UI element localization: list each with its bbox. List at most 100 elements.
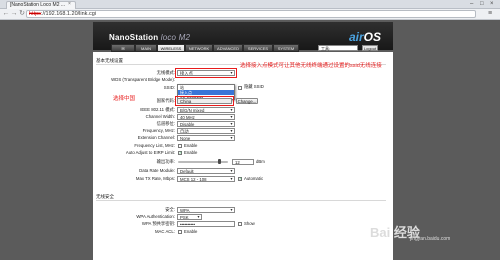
chevron-down-icon: ▼: [229, 208, 234, 212]
watermark-sub: jingyan.baidu.com: [410, 236, 451, 242]
output-power-value: 12: [235, 160, 240, 165]
max-tx-rate-value: MCS 12 - 108: [180, 177, 207, 182]
channel-width-label: Channel Width:: [145, 114, 175, 119]
chevron-down-icon: ▼: [229, 122, 234, 126]
automatic-checkbox[interactable]: [238, 176, 242, 181]
wireless-mode-label: 无线模式:: [156, 70, 175, 75]
frequency-list-label: Frequency List, MHz:: [134, 143, 175, 148]
highlight-box-mode: [175, 68, 237, 78]
channel-shift-label: 信道移位:: [156, 121, 175, 126]
frequency-list-checkbox[interactable]: [178, 144, 182, 148]
tab-network[interactable]: NETWORK: [185, 44, 213, 52]
frequency-list-enable-label: Enable: [184, 143, 198, 148]
chevron-down-icon: ▼: [229, 115, 234, 119]
output-power-unit: dBm: [256, 159, 265, 164]
wpa-key-value: ••••••••••: [180, 222, 196, 227]
product-name: NanoStation: [109, 33, 161, 42]
data-rate-module-value: Default: [180, 169, 194, 174]
browser-tab[interactable]: [NanoStation Loco M2 ...: [6, 1, 76, 9]
logout-button[interactable]: Logout: [362, 45, 378, 51]
address-bar-row: ← → ↻ https://192.168.1.20/link.cgi ≡: [0, 9, 500, 20]
max-tx-rate-select[interactable]: MCS 12 - 108 ▼: [177, 176, 235, 182]
extension-channel-label: Extension Channel:: [137, 135, 175, 140]
airos-os: OS: [363, 30, 381, 44]
channel-width-select[interactable]: 40 MHz ▼: [177, 114, 235, 120]
tab-services[interactable]: SERVICES: [243, 44, 273, 52]
tab-wireless[interactable]: WIRELESS: [157, 44, 185, 52]
chevron-down-icon: ▼: [229, 129, 234, 133]
ieee-mode-value: B/G/N mixed: [180, 108, 205, 113]
auto-eirp-enable-label: Enable: [184, 150, 198, 155]
ubnt-icon: ✉: [121, 46, 125, 51]
auto-eirp-label: Auto Adjust to EIRP Limit:: [125, 150, 175, 155]
mac-acl-label: MAC ACL:: [154, 229, 175, 234]
ssid-label: SSID:: [163, 85, 175, 90]
ieee-mode-label: IEEE 802.11 模式:: [140, 107, 175, 112]
tab-close-icon[interactable]: ×: [68, 1, 71, 8]
max-tx-rate-label: Max TX Rate, Mbps:: [135, 176, 175, 181]
auto-eirp-checkbox[interactable]: [178, 150, 182, 155]
browser-tab-title: [NanoStation Loco M2 ...: [10, 2, 66, 8]
extension-channel-select[interactable]: None ▼: [177, 135, 235, 141]
frequency-value: 自动: [180, 129, 189, 134]
chevron-down-icon: ▼: [229, 177, 234, 181]
minimize-icon[interactable]: –: [470, 1, 473, 8]
tab-main[interactable]: MAIN: [135, 44, 157, 52]
url-scheme: https: [29, 11, 41, 17]
automatic-label: Automatic: [244, 176, 264, 181]
mac-acl-checkbox[interactable]: [178, 230, 182, 234]
hide-ssid-label: 隐藏 SSID: [244, 84, 264, 89]
change-button[interactable]: Change...: [236, 98, 258, 104]
wpa-auth-select[interactable]: PSK ▼: [177, 214, 202, 220]
tab-system[interactable]: SYSTEM: [273, 44, 299, 52]
tab-advanced[interactable]: ADVANCED: [213, 44, 243, 52]
show-key-checkbox[interactable]: [238, 222, 242, 226]
annotation-country-note: 选择中国: [113, 96, 136, 102]
output-power-slider-handle[interactable]: [218, 159, 221, 164]
show-key-label: Show: [244, 221, 255, 226]
channel-shift-select[interactable]: Disable ▼: [177, 121, 235, 127]
data-rate-module-select[interactable]: Default ▼: [177, 168, 235, 174]
airos-logo: airOS: [349, 30, 381, 44]
wpa-auth-value: PSK: [180, 215, 189, 220]
product-logo: NanoStation loco M2: [109, 33, 190, 42]
security-value: WPA: [180, 208, 190, 213]
reload-icon[interactable]: ↻: [18, 10, 26, 18]
airos-air: air: [348, 30, 364, 44]
wds-label: WDS (Transparent Bridge Mode):: [111, 77, 175, 82]
product-model: loco M2: [160, 33, 191, 42]
wpa-key-input[interactable]: ••••••••••: [177, 221, 235, 227]
divider: [96, 200, 386, 201]
frequency-label: Frequency, MHz:: [142, 128, 175, 133]
wpa-key-label: WPA 预共享密钥:: [141, 221, 175, 226]
chevron-down-icon: ▼: [196, 215, 201, 219]
ieee-mode-select[interactable]: B/G/N mixed ▼: [177, 107, 235, 113]
data-rate-module-label: Data Rate Module:: [139, 168, 175, 173]
url-input[interactable]: https://192.168.1.20/link.cgi: [26, 10, 476, 18]
maximize-icon[interactable]: □: [480, 1, 484, 8]
window-close-icon[interactable]: ×: [490, 1, 494, 8]
tools-select-value: 工具:: [321, 46, 331, 51]
mac-acl-enable-label: Enable: [184, 229, 198, 234]
security-label: 安全:: [165, 207, 175, 212]
wpa-auth-label: WPA Authentication:: [136, 214, 175, 219]
tab-ubnt[interactable]: ✉: [111, 44, 135, 52]
highlight-box-country: [175, 96, 234, 106]
chevron-down-icon: ▼: [229, 169, 234, 173]
annotation-mode-note: 选择接入点模式可让其他无线终端通过设置的ssid无线连接: [240, 63, 382, 69]
chevron-down-icon: ▼: [229, 136, 234, 140]
url-rest: ://192.168.1.20/link.cgi: [40, 11, 96, 17]
back-icon[interactable]: ←: [2, 10, 10, 18]
browser-menu-icon[interactable]: ≡: [486, 10, 494, 18]
channel-width-value: 40 MHz: [180, 115, 195, 120]
tools-select[interactable]: 工具:: [318, 45, 358, 51]
frequency-select[interactable]: 自动 ▼: [177, 128, 235, 134]
forward-icon[interactable]: →: [10, 10, 18, 18]
browser-tab-bar: [NanoStation Loco M2 ... × – □ ×: [0, 0, 500, 9]
security-select[interactable]: WPA ▼: [177, 207, 235, 213]
output-power-input[interactable]: 12: [232, 159, 254, 165]
output-power-label: 输出功率:: [156, 159, 175, 164]
hide-ssid-checkbox[interactable]: [238, 86, 242, 90]
chevron-down-icon: ▼: [229, 108, 234, 112]
channel-shift-value: Disable: [180, 122, 195, 127]
